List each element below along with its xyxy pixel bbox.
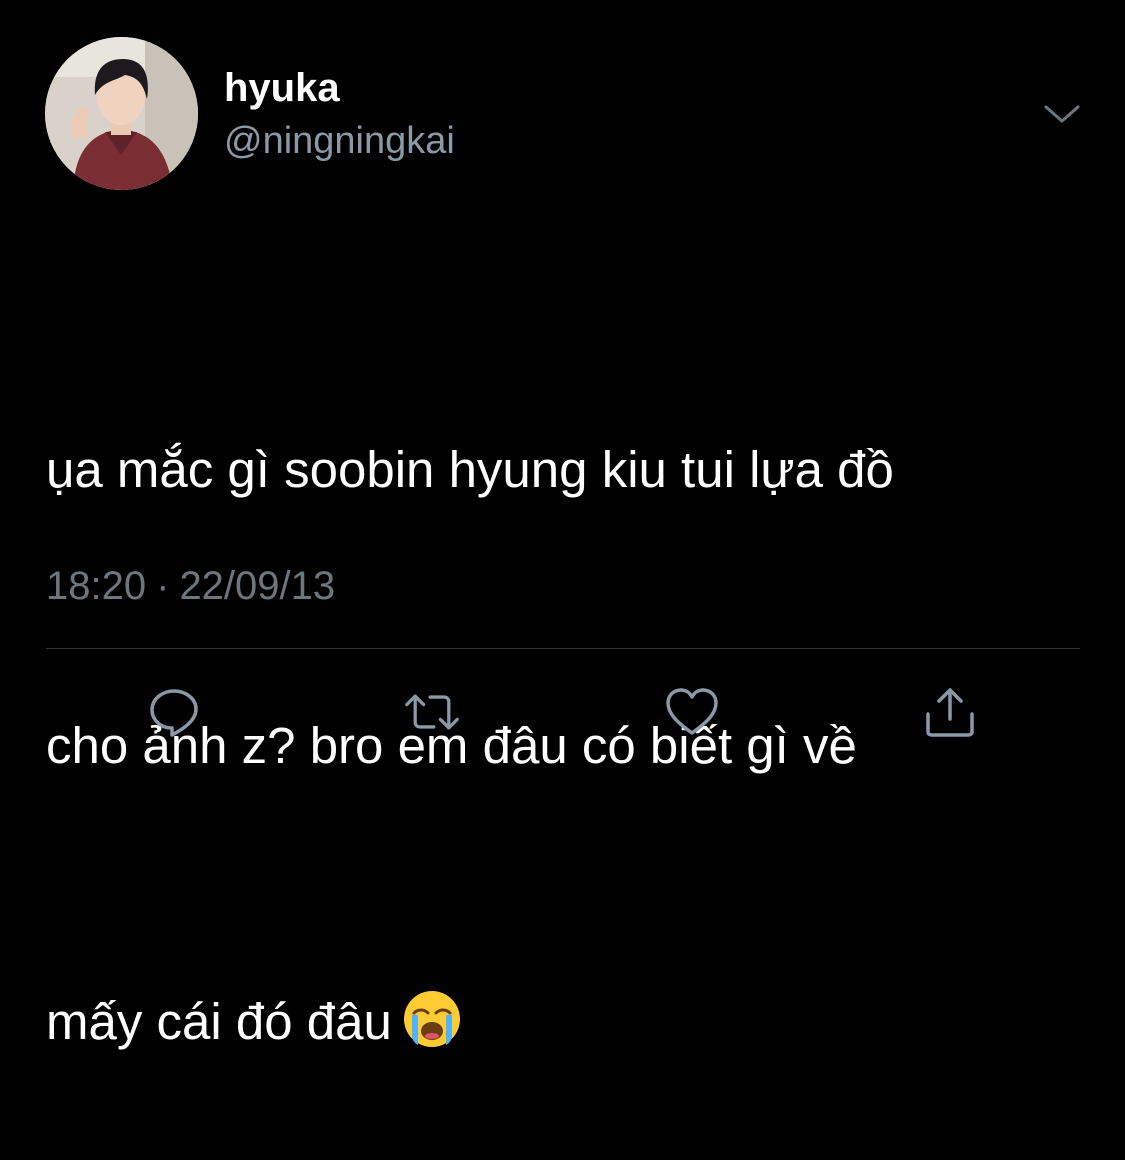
tweet-line: ụa mắc gì soobin hyung kiu tui lựa đồ — [46, 441, 894, 498]
more-options-button[interactable] — [1040, 96, 1084, 132]
tweet-date: 22/09/13 — [179, 564, 336, 608]
share-icon — [926, 688, 974, 737]
user-handle[interactable]: @ningningkai — [224, 118, 455, 164]
display-name[interactable]: hyuka — [224, 64, 340, 112]
chevron-down-icon — [1044, 105, 1080, 123]
share-button[interactable] — [922, 684, 978, 740]
tweet-line: mấy cái đó đâu — [46, 976, 1086, 1068]
tweet-time: 18:20 — [46, 564, 147, 608]
reply-icon — [150, 689, 198, 737]
avatar[interactable] — [45, 37, 198, 190]
tweet-timestamp[interactable]: 18:20 · 22/09/13 — [46, 562, 335, 610]
reply-button[interactable] — [146, 684, 202, 740]
meta-separator: · — [156, 564, 170, 608]
heart-icon — [666, 688, 718, 735]
divider — [46, 648, 1080, 649]
avatar-image — [45, 37, 198, 190]
retweet-button[interactable] — [404, 684, 460, 740]
like-button[interactable] — [664, 684, 720, 740]
loudly-crying-face-emoji — [403, 991, 460, 1047]
tweet-line-text: mấy cái đó đâu — [46, 993, 392, 1050]
retweet-icon — [405, 694, 459, 730]
